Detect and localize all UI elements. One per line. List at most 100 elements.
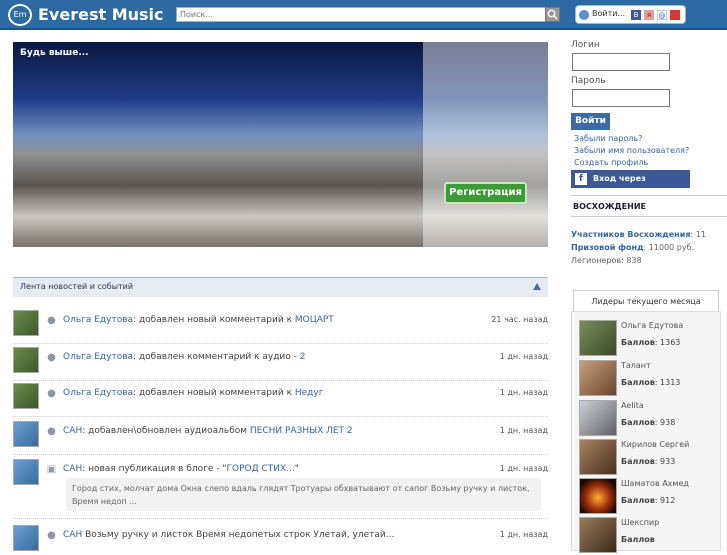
feed-time: 1 дн. назад (499, 464, 548, 473)
yandex-icon[interactable]: я (644, 10, 654, 20)
avatar[interactable] (13, 525, 39, 551)
leader-item[interactable]: Талант Баллов: 1313 (579, 360, 719, 398)
tab-leaders[interactable]: Лидеры текущего месяца (573, 290, 719, 312)
book-icon: ▣ (46, 464, 57, 475)
social-login-label[interactable]: Войти... (592, 9, 625, 18)
leader-name[interactable]: Талант (621, 361, 651, 370)
mail-icon[interactable]: @ (657, 10, 667, 20)
forgot-username-link[interactable]: Забыли имя пользователя? (574, 146, 701, 155)
feed-message: : добавлен\обновлен аудиоальбом (82, 426, 250, 436)
avatar[interactable] (579, 478, 617, 514)
hero-overlay (423, 42, 548, 247)
feed-text: Ольга Едутова: добавлен новый комментари… (63, 388, 443, 398)
feed-time: 1 дн. назад (499, 388, 548, 397)
feed-user-link[interactable]: САН (63, 426, 82, 436)
leader-score: Баллов: 933 (621, 457, 676, 466)
forgot-password-link[interactable]: Забыли пароль? (574, 134, 701, 143)
feed-user-link[interactable]: САН (63, 464, 82, 474)
feed-time: 1 дн. назад (499, 352, 548, 361)
facebook-icon: f (575, 172, 587, 185)
feed-text: САН: новая публикация в блоге - "ГОРОД С… (63, 464, 443, 474)
user-icon: ● (47, 352, 56, 363)
avatar[interactable] (579, 360, 617, 396)
feed-item: ● САН Возьму ручку и листок Время недопе… (13, 525, 548, 551)
login-input[interactable] (572, 53, 670, 71)
login-form: Логин Пароль Войти Забыли пароль? Забыли… (571, 40, 701, 201)
avatar[interactable] (579, 517, 617, 553)
feed-message: : новая публикация в блоге - " (82, 464, 227, 474)
avatar[interactable] (579, 400, 617, 436)
social-login-box[interactable]: Войти... В я @ (575, 5, 686, 24)
leader-name[interactable]: Кирилов Сергей (621, 440, 689, 449)
participants-link[interactable]: Участников Восхождения (571, 230, 690, 239)
feed-item: ▣ САН: новая публикация в блоге - "ГОРОД… (13, 459, 548, 519)
user-icon: ● (47, 426, 56, 437)
feed-target-link[interactable]: ПЕСНИ РАЗНЫХ ЛЕТ 2 (250, 426, 353, 436)
feed-user-link[interactable]: Ольга Едутова (63, 315, 133, 325)
avatar[interactable] (579, 320, 617, 356)
leaders-list: Ольга Едутова Баллов: 1363 Талант Баллов… (571, 311, 721, 553)
feed-message: : добавлен новый комментарий к (133, 388, 295, 398)
participants-value: : 11 (690, 230, 706, 239)
feed-message: : добавлен комментарий к аудио - (133, 352, 300, 362)
password-input[interactable] (572, 89, 670, 107)
feed-quote: Город стих, молчат дома Окна слепо вдаль… (66, 478, 541, 511)
top-bar: Em Everest Music Войти... В я @ (0, 0, 727, 30)
feed-user-link[interactable]: Ольга Едутова (63, 352, 133, 362)
logo-icon[interactable]: Em (8, 4, 32, 26)
legion-value: : 838 (621, 256, 642, 265)
vk-icon[interactable]: В (631, 10, 641, 20)
feed-time: 1 дн. назад (499, 426, 548, 435)
avatar[interactable] (13, 421, 39, 447)
password-label: Пароль (571, 76, 606, 86)
leader-item[interactable]: Шаматов Ахмед Баллов: 912 (579, 478, 719, 516)
leader-item[interactable]: Шекспир Баллов (579, 517, 719, 555)
legion-stat: Легионеров: 838 (571, 256, 642, 265)
user-icon: ● (47, 315, 56, 326)
leader-item[interactable]: Кирилов Сергей Баллов: 933 (579, 439, 719, 477)
avatar[interactable] (13, 383, 39, 409)
prize-link[interactable]: Призовой фонд (571, 243, 644, 252)
search-button[interactable] (545, 7, 560, 22)
google-icon[interactable] (670, 10, 680, 20)
feed-target-link[interactable]: 2 (300, 352, 306, 362)
create-profile-link[interactable]: Создать профиль (574, 158, 701, 167)
feed-item: ● Ольга Едутова: добавлен новый коммента… (13, 383, 548, 417)
feed-item: ● Ольга Едутова: добавлен новый коммента… (13, 310, 548, 344)
leader-score: Баллов: 1313 (621, 378, 681, 387)
news-feed-title: Лента новостей и событий (20, 282, 134, 291)
feed-message: Возьму ручку и листок Время недопетых ст… (82, 530, 395, 540)
register-button[interactable]: Регистрация (444, 182, 527, 204)
prize-stat: Призовой фонд: 11000 руб. (571, 243, 694, 252)
feed-message: : добавлен новый комментарий к (133, 315, 295, 325)
legion-label: Легионеров (571, 256, 622, 265)
feed-target-link[interactable]: МОЦАРТ (295, 315, 334, 325)
ascent-title: ВОСХОЖДЕНИЕ (571, 195, 727, 217)
feed-user-link[interactable]: Ольга Едутова (63, 388, 133, 398)
leader-name[interactable]: Aelita (621, 401, 644, 410)
user-icon: ● (47, 388, 56, 399)
login-button[interactable]: Войти (571, 113, 610, 130)
search-input[interactable] (176, 7, 546, 22)
leader-name[interactable]: Шаматов Ахмед (621, 479, 689, 488)
avatar[interactable] (13, 310, 39, 336)
avatar[interactable] (579, 439, 617, 475)
collapse-arrow-icon[interactable] (533, 283, 541, 290)
avatar[interactable] (13, 347, 39, 373)
feed-user-link[interactable]: САН (63, 530, 82, 540)
feed-text: САН: добавлен\обновлен аудиоальбом ПЕСНИ… (63, 426, 443, 436)
feed-item: ● САН: добавлен\обновлен аудиоальбом ПЕС… (13, 421, 548, 455)
feed-target-link[interactable]: ГОРОД СТИХ... (227, 464, 295, 474)
leader-name[interactable]: Шекспир (621, 518, 659, 527)
brand-title[interactable]: Everest Music (38, 5, 164, 24)
feed-target-link[interactable]: Недуг (295, 388, 324, 398)
participants-stat: Участников Восхождения: 11 (571, 230, 706, 239)
facebook-login-button[interactable]: f Вход через Facebook (571, 170, 690, 201)
leader-item[interactable]: Ольга Едутова Баллов: 1363 (579, 320, 719, 358)
hero-banner: Будь выше... Регистрация (13, 42, 548, 247)
leader-name[interactable]: Ольга Едутова (621, 321, 683, 330)
leader-item[interactable]: Aelita Баллов: 938 (579, 400, 719, 438)
feed-text: Ольга Едутова: добавлен новый комментари… (63, 315, 443, 325)
news-feed-header: Лента новостей и событий (13, 277, 548, 297)
avatar[interactable] (13, 459, 39, 485)
